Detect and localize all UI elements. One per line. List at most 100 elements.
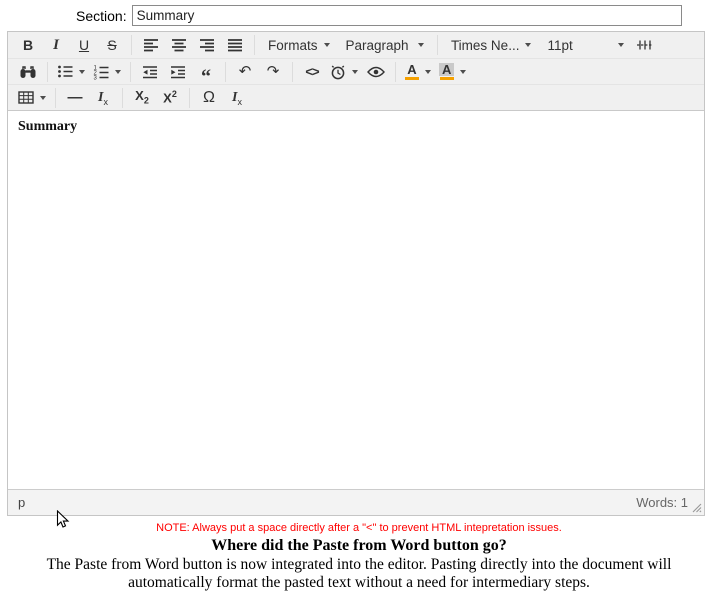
font-family-dropdown[interactable]: Times Ne... <box>444 33 539 57</box>
align-justify-button[interactable] <box>222 33 248 57</box>
strikethrough-button[interactable]: S <box>99 33 125 57</box>
resize-handle-icon[interactable] <box>692 503 702 513</box>
blockquote-button[interactable]: “ <box>193 60 219 84</box>
align-center-icon <box>171 38 187 52</box>
redo-button[interactable]: ↷ <box>260 60 286 84</box>
special-character-button[interactable]: Ω <box>196 86 222 110</box>
status-bar: p Words: 1 <box>8 489 704 515</box>
align-right-icon <box>199 38 215 52</box>
preview-button[interactable] <box>363 60 389 84</box>
background-color-button[interactable]: A <box>436 60 469 84</box>
toolbar-row-3: — Ix X2 X2 Ω Ix <box>8 84 704 110</box>
subscript-letter: X <box>135 88 144 103</box>
word-count: Words: 1 <box>636 495 688 510</box>
toolbar-separator <box>130 62 131 82</box>
indent-icon <box>170 65 186 79</box>
formats-label: Formats <box>268 38 318 53</box>
paste-heading: Where did the Paste from Word button go? <box>0 537 718 555</box>
subscript-icon: X2 <box>135 89 149 106</box>
superscript-letter: X <box>163 91 172 106</box>
underline-icon: U <box>79 38 89 52</box>
underline-button[interactable]: U <box>71 33 97 57</box>
paragraph-style-label: Paragraph <box>346 38 409 53</box>
toolbar-separator <box>437 35 438 55</box>
remove-formatting-icon: Ix <box>232 89 242 107</box>
chevron-down-icon <box>418 43 424 47</box>
editor-content[interactable]: Summary <box>8 111 704 489</box>
eye-icon <box>367 66 385 78</box>
clock-icon <box>330 64 346 80</box>
table-icon <box>18 91 34 104</box>
subscript-button[interactable]: X2 <box>129 86 155 110</box>
paragraph-style-dropdown[interactable]: Paragraph <box>339 33 431 57</box>
text-color-button[interactable]: A <box>402 60 434 84</box>
element-path[interactable]: p <box>18 495 25 510</box>
bullet-list-icon <box>57 64 73 79</box>
text-color-icon: A <box>405 63 419 80</box>
font-size-dropdown[interactable]: 11pt <box>540 33 631 57</box>
background-color-swatch <box>440 77 454 80</box>
toolbar-separator <box>225 62 226 82</box>
toolbar-separator <box>131 35 132 55</box>
outdent-icon <box>142 65 158 79</box>
toolbar-row-2: 1 2 3 “ ↶ <box>8 58 704 84</box>
align-center-button[interactable] <box>166 33 192 57</box>
superscript-button[interactable]: X2 <box>157 86 183 110</box>
undo-button[interactable]: ↶ <box>232 60 258 84</box>
align-left-icon <box>143 38 159 52</box>
superscript-digit: 2 <box>172 89 177 99</box>
formats-dropdown[interactable]: Formats <box>261 33 337 57</box>
toolbar-separator <box>47 62 48 82</box>
font-size-label: 11pt <box>547 38 572 53</box>
clear-formatting-button[interactable]: Ix <box>90 86 116 110</box>
bold-button[interactable]: B <box>15 33 41 57</box>
remove-formatting-x: x <box>237 96 242 106</box>
italic-icon: I <box>53 38 59 53</box>
insert-datetime-button[interactable] <box>327 60 361 84</box>
html-note-text: NOTE: Always put a space directly after … <box>0 522 718 534</box>
horizontal-rule-icon: — <box>68 90 83 105</box>
toolbar-separator <box>189 88 190 108</box>
chevron-down-icon <box>460 70 466 74</box>
align-left-button[interactable] <box>138 33 164 57</box>
section-label: Section: <box>76 8 127 24</box>
text-color-letter: A <box>407 63 416 76</box>
redo-icon: ↷ <box>267 64 280 79</box>
paste-body-text: The Paste from Word button is now integr… <box>25 556 693 593</box>
table-button[interactable] <box>15 86 49 110</box>
background-color-letter: A <box>439 63 454 76</box>
superscript-icon: X2 <box>163 90 177 104</box>
toolbar-separator <box>254 35 255 55</box>
font-family-label: Times Ne... <box>451 38 520 53</box>
clear-formatting-icon: Ix <box>98 89 108 107</box>
horizontal-rule-button[interactable]: — <box>62 86 88 110</box>
page-break-button[interactable] <box>632 33 658 57</box>
numbered-list-digit: 3 <box>94 75 98 80</box>
align-right-button[interactable] <box>194 33 220 57</box>
strikethrough-icon: S <box>107 38 116 52</box>
page-break-icon <box>636 39 654 51</box>
chevron-down-icon <box>79 70 85 74</box>
remove-formatting-button[interactable]: Ix <box>224 86 250 110</box>
find-replace-icon <box>19 65 37 79</box>
source-code-button[interactable]: <> <box>299 60 325 84</box>
chevron-down-icon <box>525 43 531 47</box>
mouse-cursor-icon <box>56 510 70 530</box>
text-color-swatch <box>405 77 419 80</box>
chevron-down-icon <box>618 43 624 47</box>
source-code-icon: <> <box>305 65 318 78</box>
chevron-down-icon <box>352 70 358 74</box>
indent-button[interactable] <box>165 60 191 84</box>
rich-text-editor: B I U S Formats Paragraph <box>7 31 705 516</box>
find-replace-button[interactable] <box>15 60 41 84</box>
chevron-down-icon <box>425 70 431 74</box>
chevron-down-icon <box>40 96 46 100</box>
outdent-button[interactable] <box>137 60 163 84</box>
toolbar-separator <box>122 88 123 108</box>
section-input[interactable] <box>132 5 682 26</box>
numbered-list-button[interactable]: 1 2 3 <box>90 60 124 84</box>
bullet-list-button[interactable] <box>54 60 88 84</box>
italic-button[interactable]: I <box>43 33 69 57</box>
clear-formatting-x: x <box>103 96 108 106</box>
toolbar-row-1: B I U S Formats Paragraph <box>8 32 704 58</box>
